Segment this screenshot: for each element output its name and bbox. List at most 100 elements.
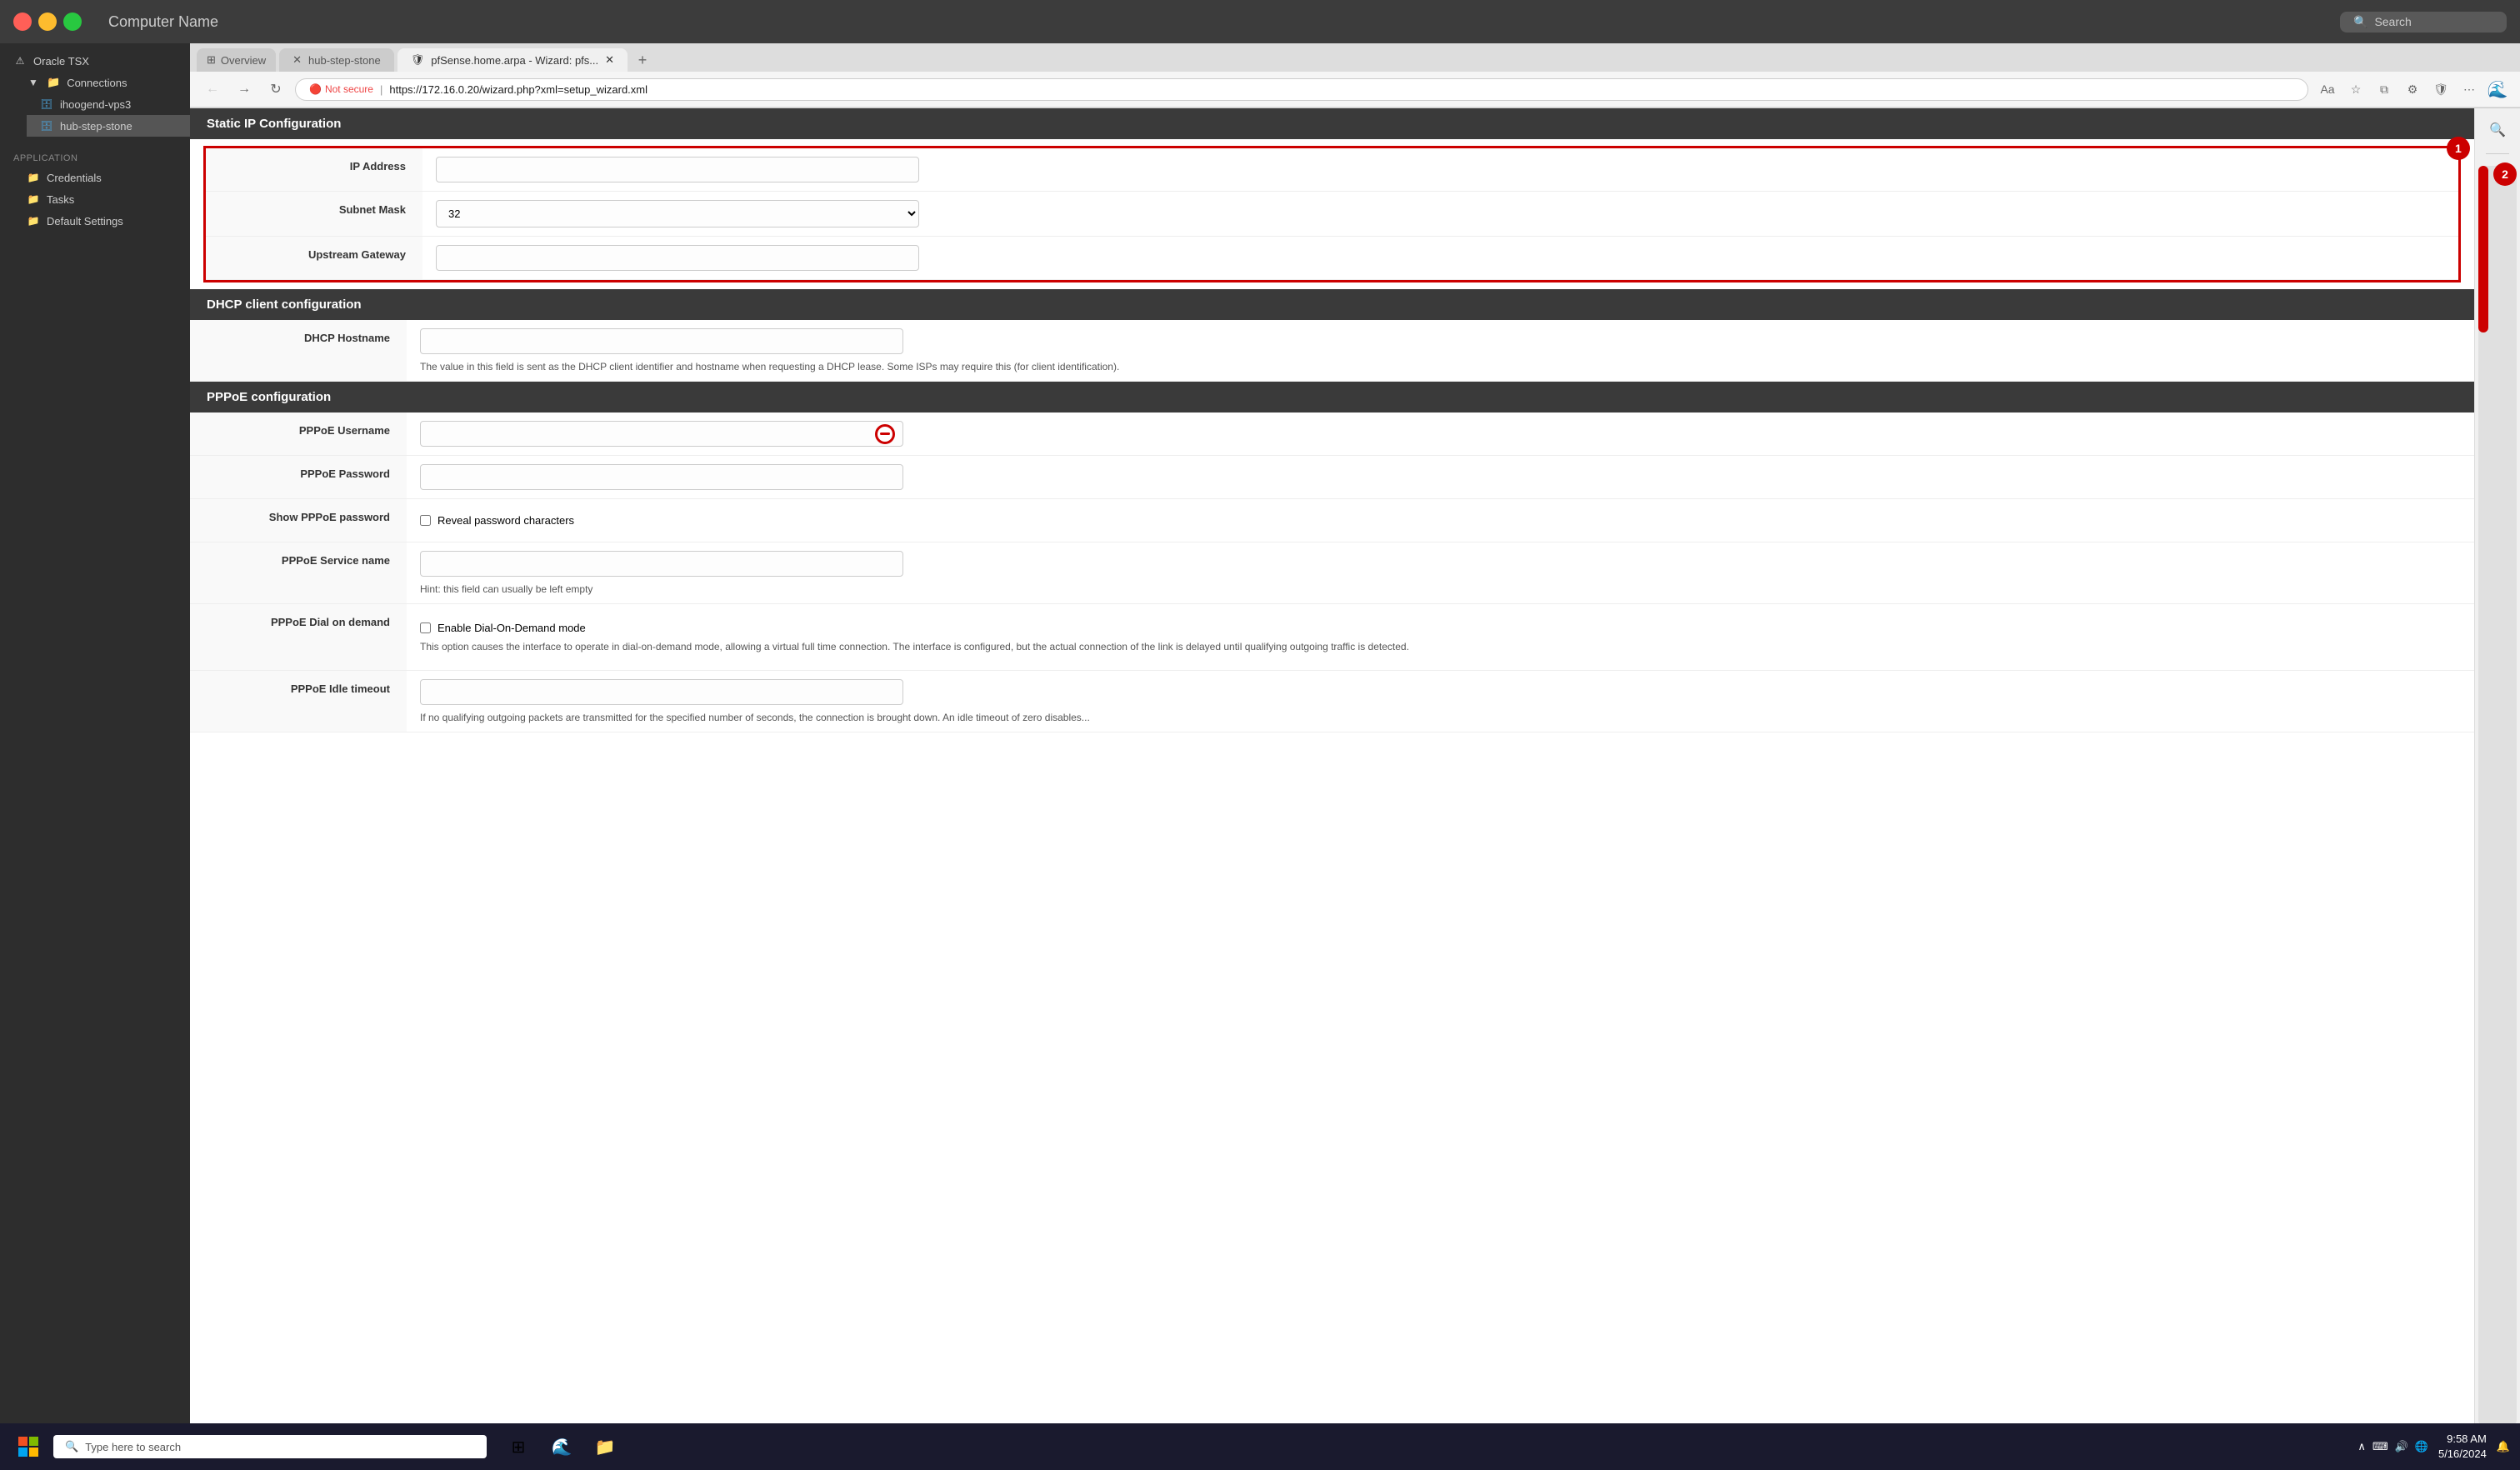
pppoe-service-input[interactable]	[420, 551, 903, 577]
pppoe-username-input[interactable]	[420, 421, 903, 447]
db-icon: 🗄	[40, 98, 53, 111]
title-bar: Computer Name 🔍 Search	[0, 0, 2520, 43]
dhcp-hostname-hint: The value in this field is sent as the D…	[420, 361, 2461, 372]
tab-pfsense[interactable]: 🛡 pfSense.home.arpa - Wizard: pfs... ✕	[398, 48, 628, 72]
form-row-pppoe-dial: PPPoE Dial on demand Enable Dial-On-Dema…	[190, 604, 2474, 671]
static-ip-header: Static IP Configuration	[190, 108, 2474, 139]
close-button[interactable]	[13, 12, 32, 31]
no-entry-icon	[875, 424, 895, 444]
sidebar-credentials[interactable]: 📁 Credentials	[13, 167, 190, 188]
reload-button[interactable]: ↻	[263, 77, 288, 102]
tab-close-icon[interactable]: ✕	[605, 53, 614, 67]
search-icon: 🔍	[2353, 15, 2368, 29]
upstream-gateway-input[interactable]	[436, 245, 919, 271]
pppoe-service-label: PPPoE Service name	[190, 542, 407, 603]
reveal-password-row: Reveal password characters	[420, 514, 2461, 527]
sidebar-tasks[interactable]: 📁 Tasks	[13, 188, 190, 210]
tab-bar: ⊞ Overview ✕ hub-step-stone 🛡 pfSense.ho…	[190, 43, 2520, 72]
pppoe-password-label: PPPoE Password	[190, 456, 407, 498]
browser-area: ⊞ Overview ✕ hub-step-stone 🛡 pfSense.ho…	[190, 43, 2520, 1470]
sidebar-item-ihoogend[interactable]: 🗄 ihoogend-vps3	[27, 93, 190, 115]
nav-bar: ← → ↻ 🔴 Not secure | https://172.16.0.20…	[190, 72, 2520, 108]
taskbar-clock[interactable]: 9:58 AM 5/16/2024	[2438, 1432, 2487, 1462]
upstream-gateway-label: Upstream Gateway	[206, 237, 422, 279]
taskbar-search[interactable]: 🔍 Type here to search	[53, 1435, 487, 1458]
main-content: Static IP Configuration 1 IP	[190, 108, 2474, 1470]
pppoe-idle-hint: If no qualifying outgoing packets are tr…	[420, 712, 2461, 723]
sidebar: ⚠ Oracle TSX ▼ 📁 Connections 🗄 ihoogend-…	[0, 43, 190, 1470]
form-row-pppoe-username: PPPoE Username	[190, 412, 2474, 456]
overview-icon: ⊞	[207, 53, 216, 67]
pppoe-dial-label: PPPoE Dial on demand	[190, 604, 407, 670]
dhcp-header: DHCP client configuration	[190, 289, 2474, 320]
tab-hub-step-stone[interactable]: ✕ hub-step-stone	[279, 48, 394, 72]
dial-on-demand-checkbox[interactable]	[420, 622, 431, 633]
pppoe-dial-hint: This option causes the interface to oper…	[420, 641, 2461, 652]
title-search[interactable]: 🔍 Search	[2340, 12, 2507, 32]
badge-2: 2	[2493, 162, 2517, 186]
shield-button[interactable]: 🛡	[2428, 77, 2453, 102]
zoom-in-button[interactable]: 🔍	[2482, 115, 2512, 145]
static-ip-section: Static IP Configuration 1 IP	[190, 108, 2474, 289]
pppoe-password-input[interactable]	[420, 464, 903, 490]
tab-overview[interactable]: ⊞ Overview	[197, 48, 276, 72]
form-row-pppoe-idle: PPPoE Idle timeout If no qualifying outg…	[190, 671, 2474, 732]
search-icon: 🔍	[65, 1440, 78, 1453]
address-bar[interactable]: 🔴 Not secure | https://172.16.0.20/wizar…	[295, 78, 2308, 101]
nav-actions: Aa ☆ ⧉ ⚙ 🛡 ⋯ 🌊	[2315, 77, 2510, 102]
back-button[interactable]: ←	[200, 77, 225, 102]
tab-new-button[interactable]: +	[631, 48, 654, 72]
favorites-button[interactable]: ☆	[2343, 77, 2368, 102]
notifications-icon[interactable]: 🔔	[2497, 1440, 2510, 1453]
up-arrow-icon[interactable]: ∧	[2358, 1440, 2366, 1453]
dhcp-hostname-input[interactable]	[420, 328, 903, 354]
dial-on-demand-label: Enable Dial-On-Demand mode	[438, 622, 586, 634]
forward-button[interactable]: →	[232, 77, 257, 102]
keyboard-icon[interactable]: ⌨	[2372, 1440, 2388, 1453]
form-row-dhcp-hostname: DHCP Hostname The value in this field is…	[190, 320, 2474, 382]
form-row-show-pppoe-password: Show PPPoE password Reveal password char…	[190, 499, 2474, 542]
more-button[interactable]: ⋯	[2457, 77, 2482, 102]
file-explorer-icon[interactable]: 📁	[587, 1428, 623, 1465]
dhcp-section: DHCP client configuration DHCP Hostname …	[190, 289, 2474, 382]
pppoe-section: PPPoE configuration PPPoE Username	[190, 382, 2474, 732]
pppoe-dial-field: Enable Dial-On-Demand mode This option c…	[407, 604, 2474, 670]
ip-address-label: IP Address	[206, 148, 422, 191]
subnet-select[interactable]: 32 31 30 29 28 24 16 8	[436, 200, 919, 228]
volume-icon[interactable]: 🔊	[2395, 1440, 2408, 1453]
minimize-button[interactable]	[38, 12, 57, 31]
sidebar-item-hub-step-stone[interactable]: 🗄 hub-step-stone	[27, 115, 190, 137]
split-view-button[interactable]: ⧉	[2372, 77, 2397, 102]
scrollbar-track[interactable]	[2478, 166, 2517, 1425]
title-bar-controls: 🔍 Search	[2340, 12, 2507, 32]
reveal-password-label: Reveal password characters	[438, 514, 574, 527]
edge-icon: 🌊	[2485, 77, 2510, 102]
sidebar-connections[interactable]: ▼ 📁 Connections	[13, 72, 190, 93]
db-icon: 🗄	[40, 119, 53, 132]
reveal-password-checkbox[interactable]	[420, 515, 431, 526]
tab-close-icon[interactable]: ✕	[292, 53, 302, 67]
show-pppoe-password-label: Show PPPoE password	[190, 499, 407, 542]
start-button[interactable]	[10, 1428, 47, 1465]
taskbar-right: ∧ ⌨ 🔊 🌐 9:58 AM 5/16/2024 🔔	[2358, 1432, 2510, 1462]
read-mode-button[interactable]: Aa	[2315, 77, 2340, 102]
taskbar-icons: ⊞ 🌊 📁	[500, 1428, 623, 1465]
application-section-label: Application	[0, 147, 190, 167]
task-view-button[interactable]: ⊞	[500, 1428, 537, 1465]
dhcp-hostname-label: DHCP Hostname	[190, 320, 407, 381]
maximize-button[interactable]	[63, 12, 82, 31]
pppoe-service-hint: Hint: this field can usually be left emp…	[420, 583, 2461, 595]
subnet-field: 32 31 30 29 28 24 16 8	[422, 192, 2458, 236]
warning-icon: ⚠	[13, 54, 27, 68]
pppoe-idle-input[interactable]	[420, 679, 903, 705]
network-icon[interactable]: 🌐	[2415, 1440, 2428, 1453]
form-row-ip-address: IP Address	[206, 148, 2458, 192]
pppoe-username-wrapper	[420, 421, 903, 447]
upstream-gateway-field	[422, 237, 2458, 279]
settings-button[interactable]: ⚙	[2400, 77, 2425, 102]
scrollbar-thumb[interactable]	[2478, 166, 2488, 332]
pppoe-header: PPPoE configuration	[190, 382, 2474, 412]
sidebar-default-settings[interactable]: 📁 Default Settings	[13, 210, 190, 232]
edge-browser-icon[interactable]: 🌊	[543, 1428, 580, 1465]
ip-address-input[interactable]	[436, 157, 919, 182]
